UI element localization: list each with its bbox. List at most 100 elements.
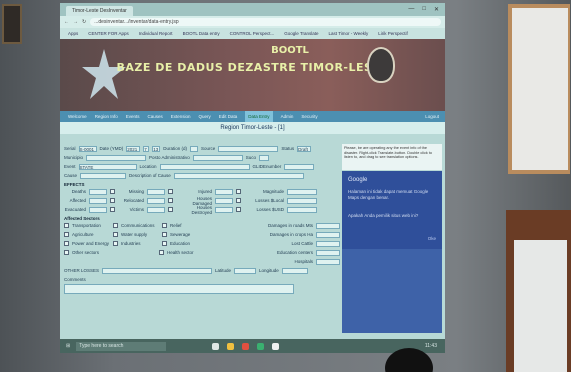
sector-label: Communications [121, 223, 155, 228]
date-year: 2021 [127, 146, 138, 152]
cause-desc-field[interactable] [173, 172, 304, 179]
bookmarks-bar: Apps CENTER FOR Apps Individual Report B… [60, 28, 445, 39]
region-title: Region Timor-Leste - [1] [60, 122, 445, 134]
status-select[interactable]: Draft [297, 145, 312, 152]
menu-item-data-entry[interactable]: Data Entry [245, 111, 273, 122]
menu-item[interactable]: Causes [147, 114, 162, 119]
affected-field[interactable] [89, 197, 107, 204]
municipio-select[interactable] [86, 154, 147, 161]
forward-icon[interactable]: → [73, 19, 78, 25]
checkbox[interactable] [168, 207, 173, 212]
checkbox[interactable] [64, 241, 69, 246]
posto-select[interactable] [192, 154, 243, 161]
losses-local-field[interactable] [287, 197, 317, 204]
glide-field[interactable] [284, 163, 315, 170]
logout-link[interactable]: Logout [425, 114, 445, 119]
wall-board-right [508, 4, 570, 174]
injured-field[interactable] [215, 188, 233, 195]
google-ok-button[interactable]: Oke [428, 236, 436, 241]
checkbox[interactable] [162, 232, 167, 237]
damage-field[interactable] [316, 240, 340, 247]
checkbox[interactable] [64, 232, 69, 237]
excel-icon[interactable] [257, 342, 265, 350]
menu-item[interactable]: Edit Data [219, 114, 238, 119]
losses-usd-field[interactable] [287, 206, 317, 213]
cause-select[interactable] [80, 172, 127, 179]
checkbox[interactable] [162, 241, 167, 246]
browser-tab[interactable]: Timor-Leste DesInventar [66, 6, 133, 16]
checkbox[interactable] [236, 207, 241, 212]
checkbox[interactable] [159, 250, 164, 255]
menu-item[interactable]: Welcome [68, 114, 87, 119]
longitude-field[interactable] [281, 267, 308, 274]
date-day-field[interactable]: 13 [152, 145, 161, 152]
checkbox[interactable] [162, 223, 167, 228]
bookmark-item[interactable]: Individual Report [139, 31, 173, 36]
bookmark-item[interactable]: Last Timor - Weekly [329, 31, 369, 36]
relocated-field[interactable] [147, 197, 165, 204]
checkbox[interactable] [110, 207, 115, 212]
menu-item[interactable]: Extension [171, 114, 191, 119]
checkbox[interactable] [113, 241, 118, 246]
houses-damaged-field[interactable] [215, 197, 233, 204]
checkbox[interactable] [64, 223, 69, 228]
date-month-field[interactable]: 7 [143, 145, 150, 152]
maximize-button[interactable]: □ [422, 6, 426, 13]
evacuated-field[interactable] [89, 206, 107, 213]
minimize-button[interactable]: — [408, 6, 414, 13]
effect-label: Magnitude [262, 189, 284, 194]
longitude-label: Longitude [259, 268, 279, 273]
date-year-field[interactable]: 2021 [126, 145, 141, 152]
checkbox[interactable] [110, 198, 115, 203]
checkbox[interactable] [236, 198, 241, 203]
event-select[interactable]: STATE [78, 163, 137, 170]
checkbox[interactable] [168, 189, 173, 194]
suco-select[interactable] [259, 154, 270, 161]
houses-destroyed-field[interactable] [215, 206, 233, 213]
bookmark-item[interactable]: CONTROL Perspect... [230, 31, 275, 36]
windows-start-icon[interactable]: ⊞ [66, 343, 70, 349]
menu-item[interactable]: Events [126, 114, 140, 119]
magnitude-field[interactable] [287, 188, 317, 195]
victims-field[interactable] [147, 206, 165, 213]
source-field[interactable] [218, 145, 279, 152]
address-input[interactable]: ...desinventar.../inventar/data-entry.js… [90, 18, 441, 26]
taskbar-search[interactable]: Type here to search [76, 341, 167, 351]
comments-field[interactable] [64, 284, 294, 294]
close-button[interactable]: ✕ [434, 6, 439, 13]
menu-item[interactable]: Admin [281, 114, 294, 119]
damage-field[interactable] [316, 222, 340, 229]
suco-label: Suco [245, 155, 257, 160]
chrome-icon[interactable] [242, 342, 250, 350]
damage-field[interactable] [316, 231, 340, 238]
duration-field[interactable] [190, 145, 199, 152]
file-explorer-icon[interactable] [227, 342, 235, 350]
checkbox[interactable] [64, 250, 69, 255]
checkbox[interactable] [113, 232, 118, 237]
bookmark-item[interactable]: Google Translate [284, 31, 318, 36]
bookmark-item[interactable]: Apps [68, 31, 78, 36]
menu-item[interactable]: Region Info [95, 114, 118, 119]
menu-item[interactable]: Query [199, 114, 211, 119]
serial-field[interactable]: S-0001 [78, 145, 97, 152]
missing-field[interactable] [147, 188, 165, 195]
checkbox[interactable] [168, 198, 173, 203]
bookmark-item[interactable]: CENTER FOR Apps [88, 31, 129, 36]
reload-icon[interactable]: ↻ [82, 19, 86, 25]
latitude-field[interactable] [234, 267, 257, 274]
checkbox[interactable] [236, 189, 241, 194]
notepad-icon[interactable] [272, 342, 280, 350]
task-view-icon[interactable] [212, 342, 220, 350]
checkbox[interactable] [110, 189, 115, 194]
checkbox[interactable] [113, 223, 118, 228]
google-owner-link[interactable]: Apakah Anda pemilik situs web ini? [348, 213, 436, 219]
other-losses-field[interactable] [102, 267, 213, 274]
menu-item[interactable]: Security [301, 114, 317, 119]
damage-field[interactable] [316, 249, 340, 256]
bookmark-item[interactable]: BOOTL Data entry [183, 31, 220, 36]
location-field[interactable] [159, 163, 250, 170]
back-icon[interactable]: ← [64, 19, 69, 25]
bookmark-item[interactable]: Lirik Perspectif [378, 31, 408, 36]
damage-field[interactable] [316, 258, 340, 265]
deaths-field[interactable] [89, 188, 107, 195]
